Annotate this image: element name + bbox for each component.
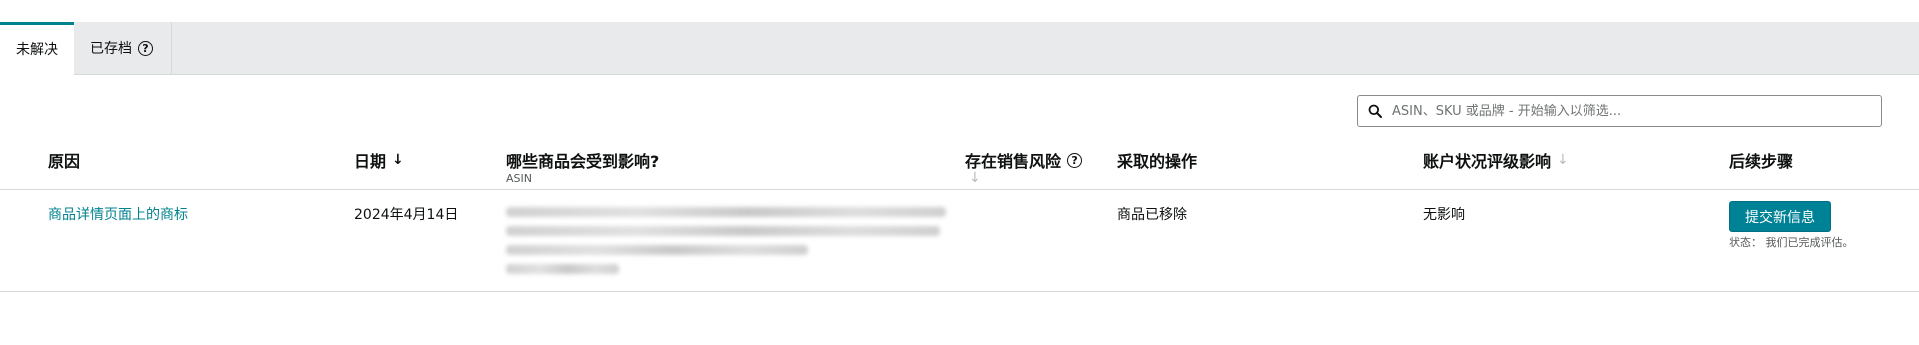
search-box[interactable] [1357,95,1882,127]
status-value: 我们已完成评估。 [1765,236,1854,249]
column-header-date[interactable]: 日期 ↓ [354,148,404,172]
tab-bar: 未解决 已存档 ? [0,22,1919,75]
help-icon[interactable]: ? [1067,152,1083,168]
tab-unresolved[interactable]: 未解决 [0,22,74,75]
sort-icon[interactable]: ↓ [1557,152,1569,168]
tab-archived-label: 已存档 [90,41,132,57]
column-header-affected: 哪些商品会受到影响? ASIN [506,152,660,185]
column-header-next-steps: 后续步骤 [1729,152,1794,171]
search-icon [1368,104,1382,118]
action-taken-cell: 商品已移除 [1117,207,1187,223]
row-divider [0,291,1919,292]
health-impact-cell: 无影响 [1423,207,1465,223]
date-cell: 2024年4月14日 [354,207,459,223]
submit-new-info-button[interactable]: 提交新信息 [1729,201,1831,232]
tab-unresolved-label: 未解决 [16,41,58,58]
column-header-health-impact[interactable]: 账户状况评级影响 ↓ [1423,148,1569,172]
column-header-action-taken: 采取的操作 [1117,152,1198,171]
column-header-reason: 原因 [48,152,81,171]
status-text: 状态： 我们已完成评估。 [1729,234,1854,250]
column-subheader-asin: ASIN [506,172,532,185]
status-label: 状态： [1729,236,1762,249]
search-input[interactable] [1390,102,1881,120]
help-icon[interactable]: ? [138,40,153,56]
header-divider [0,189,1919,190]
reason-link[interactable]: 商品详情页面上的商标 [48,204,188,224]
tab-archived[interactable]: 已存档 ? [74,22,172,74]
column-header-at-risk[interactable]: 存在销售风险 ? ↓ [965,148,1083,186]
sort-icon[interactable]: ↓ [969,170,981,186]
sort-desc-icon[interactable]: ↓ [392,152,404,168]
redacted-asin-list [506,207,946,283]
